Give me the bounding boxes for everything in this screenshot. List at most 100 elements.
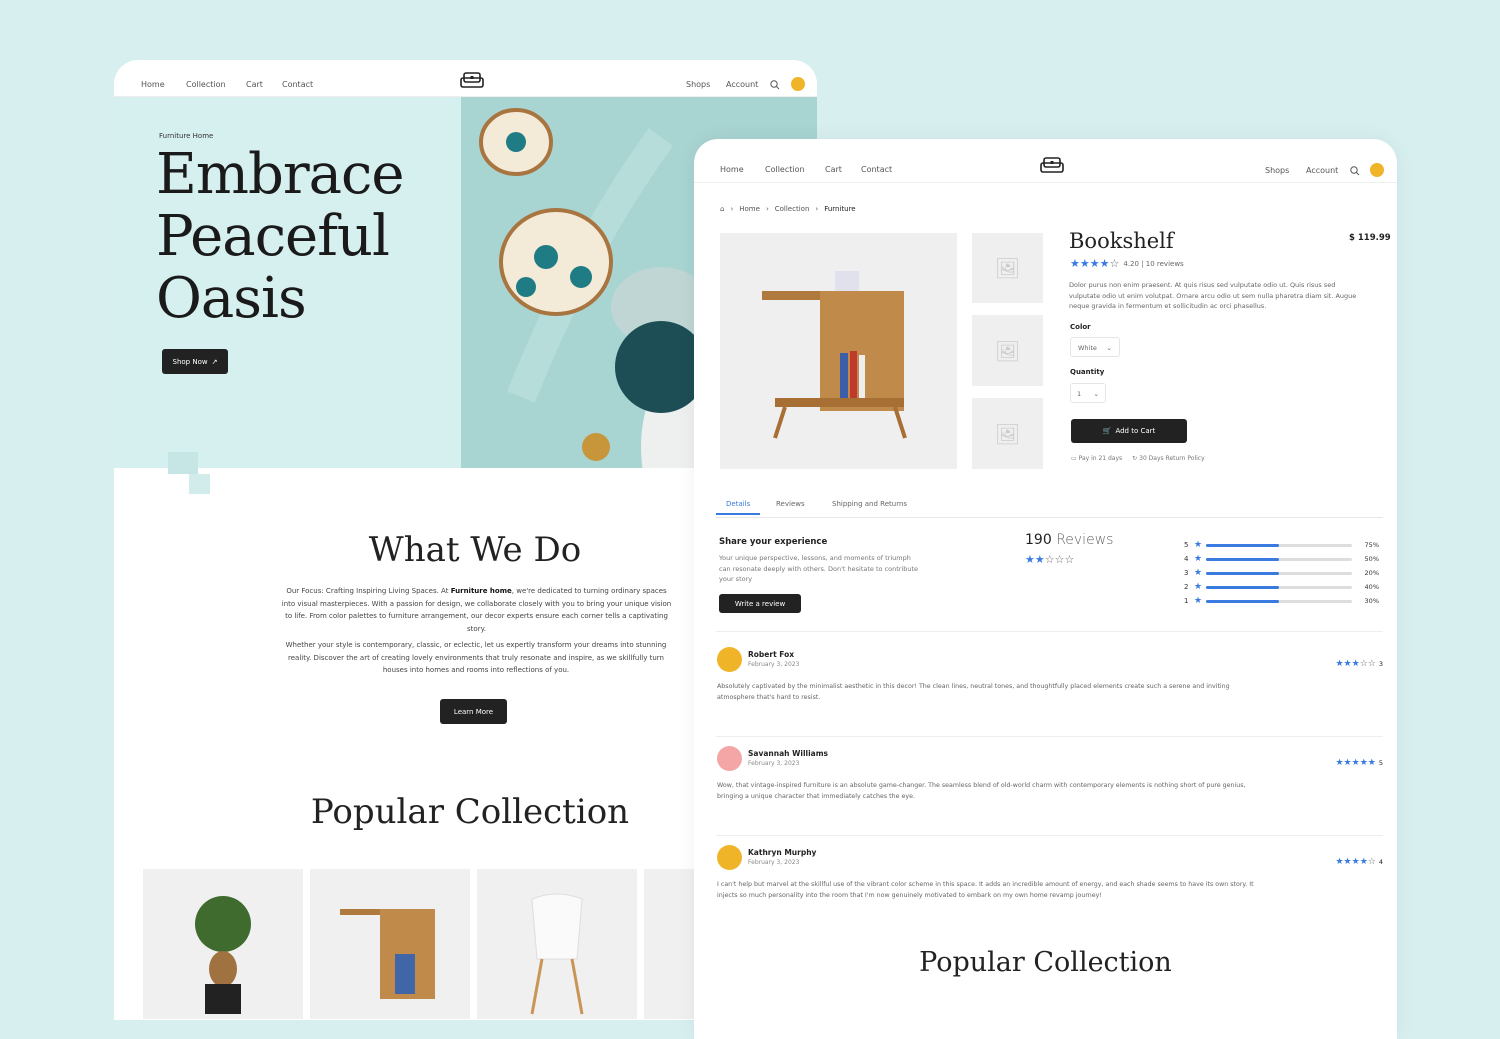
chair-image — [530, 893, 584, 1015]
write-review-button[interactable]: Write a review — [719, 594, 801, 613]
nav-contact[interactable]: Contact — [282, 80, 313, 89]
color-select[interactable]: White ⌄ — [1070, 337, 1120, 357]
shop-now-label: Shop Now — [172, 357, 208, 366]
chevron-right-icon: › — [815, 205, 819, 213]
shop-now-button[interactable]: Shop Now ↗ — [162, 349, 228, 374]
review-date: February 3, 2023 — [748, 859, 800, 866]
reviews-count: 190 Reviews — [1025, 532, 1113, 548]
nav-shops[interactable]: Shops — [1265, 166, 1289, 175]
quantity-value: 1 — [1077, 390, 1082, 398]
star-level: 1 — [1184, 597, 1189, 605]
collection-item-bookshelf[interactable] — [310, 869, 470, 1019]
star-level: 3 — [1184, 569, 1189, 577]
learn-more-button[interactable]: Learn More — [440, 699, 507, 724]
home-icon[interactable]: ⌂ — [720, 205, 724, 213]
rating-distribution: 5 ★ 75% 4 ★ 50% 3 ★ 20% 2 ★ 40% 1 ★ 30% — [1184, 538, 1379, 608]
quantity-label: Quantity — [1070, 368, 1105, 376]
text: Our Focus: Crafting Inspiring Living Spa… — [286, 587, 451, 595]
star-empty-icon: ☆ — [1064, 553, 1075, 566]
star-filled-icon: ★ — [1359, 857, 1368, 867]
review-list: Robert Fox February 3, 2023 ★★★☆☆ 3 Absol… — [716, 646, 1383, 943]
distribution-bar — [1206, 571, 1352, 575]
top-nav: Home Collection Cart Contact Shops Accou… — [114, 60, 817, 97]
review-date: February 3, 2023 — [748, 661, 800, 668]
star-empty-icon: ☆ — [1054, 553, 1065, 566]
distribution-bar-fill — [1206, 585, 1279, 589]
collection-item-bonsai[interactable] — [143, 869, 303, 1019]
star-empty-icon: ☆ — [1367, 659, 1376, 669]
rating-text[interactable]: 4.20 | 10 reviews — [1123, 260, 1183, 268]
thumbnail-image-icon[interactable]: 🖼 — [972, 233, 1043, 303]
hero-eyebrow: Furniture Home — [159, 132, 214, 140]
hero-title: Embrace Peaceful Oasis — [156, 144, 404, 330]
breadcrumb-furniture: Furniture — [824, 205, 856, 213]
credit-card-icon: ▭ — [1071, 455, 1077, 462]
star-filled-icon: ★ — [1343, 758, 1352, 768]
review-score: 5 — [1378, 759, 1383, 767]
reviewer-avatar — [717, 647, 742, 672]
tab-shipping-returns[interactable]: Shipping and Returns — [832, 500, 907, 508]
review-item: Savannah Williams February 3, 2023 ★★★★★… — [716, 745, 1383, 836]
nav-cart[interactable]: Cart — [246, 80, 263, 89]
review-score: 3 — [1378, 660, 1383, 668]
breadcrumb-home[interactable]: Home — [739, 205, 760, 213]
product-price: $ 119.99 — [1349, 233, 1391, 243]
collection-item-chair[interactable] — [477, 869, 637, 1019]
purchase-info: ▭ Pay in 21 days ↻ 30 Days Return Policy — [1071, 455, 1205, 462]
return-info: ↻ 30 Days Return Policy — [1132, 455, 1204, 462]
nav-home[interactable]: Home — [720, 165, 744, 174]
product-main-image — [720, 233, 957, 469]
distribution-percent: 50% — [1364, 555, 1379, 563]
reviewer-name: Robert Fox — [748, 650, 795, 659]
nav-account[interactable]: Account — [1306, 166, 1338, 175]
nav-contact[interactable]: Contact — [861, 165, 892, 174]
sofa-logo-icon[interactable] — [460, 72, 484, 89]
product-name: Bookshelf — [1069, 229, 1174, 253]
nav-shops[interactable]: Shops — [686, 80, 710, 89]
breadcrumb: ⌂ › Home › Collection › Furniture — [720, 205, 856, 213]
nav-home[interactable]: Home — [141, 80, 165, 89]
thumbnail-image-icon[interactable]: 🖼 — [972, 398, 1043, 469]
nav-collection[interactable]: Collection — [765, 165, 805, 174]
tab-reviews[interactable]: Reviews — [776, 500, 805, 508]
distribution-bar-fill — [1206, 599, 1279, 603]
thumbnail-image-icon[interactable]: 🖼 — [972, 315, 1043, 386]
star-empty-icon: ☆ — [1359, 659, 1368, 669]
star-filled-icon: ★ — [1367, 758, 1376, 768]
sofa-logo-icon[interactable] — [1040, 157, 1064, 174]
star-filled-icon: ★ — [1025, 553, 1035, 566]
review-item: Kathryn Murphy February 3, 2023 ★★★★☆ 4 I… — [716, 844, 1383, 943]
bookshelf-image — [762, 271, 907, 439]
share-title: Share your experience — [719, 537, 828, 547]
review-stars: ★★★☆☆ — [1335, 659, 1375, 669]
nav-account[interactable]: Account — [726, 80, 758, 89]
distribution-percent: 20% — [1364, 569, 1379, 577]
star-level: 5 — [1184, 541, 1189, 549]
summary-stars: ★★☆☆☆ — [1025, 553, 1074, 566]
search-icon[interactable] — [770, 80, 780, 90]
quantity-select[interactable]: 1 ⌄ — [1070, 383, 1106, 403]
tabs-divider — [716, 517, 1383, 518]
star-empty-icon: ☆ — [1109, 257, 1120, 270]
distribution-row: 3 ★ 20% — [1184, 566, 1379, 580]
avatar[interactable] — [791, 77, 805, 91]
divider — [716, 631, 1383, 632]
review-date: February 3, 2023 — [748, 760, 800, 767]
add-to-cart-button[interactable]: 🛒 Add to Cart — [1071, 419, 1187, 443]
search-icon[interactable] — [1350, 166, 1360, 176]
review-stars: ★★★★★ — [1335, 758, 1375, 768]
review-text: I can't help but marvel at the skillful … — [717, 881, 1254, 899]
distribution-percent: 40% — [1364, 583, 1379, 591]
review-rating: ★★★☆☆ 3 — [1335, 659, 1383, 669]
nav-cart[interactable]: Cart — [825, 165, 842, 174]
arrow-up-right-icon: ↗ — [211, 357, 218, 366]
distribution-row: 1 ★ 30% — [1184, 594, 1379, 608]
tab-details[interactable]: Details — [716, 500, 761, 515]
avatar[interactable] — [1370, 163, 1384, 177]
nav-collection[interactable]: Collection — [186, 80, 226, 89]
brand-name: Furniture home — [450, 587, 512, 595]
breadcrumb-collection[interactable]: Collection — [775, 205, 810, 213]
star-filled-icon: ★ — [1351, 857, 1360, 867]
decor-square — [189, 474, 210, 494]
bookshelf-image — [340, 909, 435, 999]
